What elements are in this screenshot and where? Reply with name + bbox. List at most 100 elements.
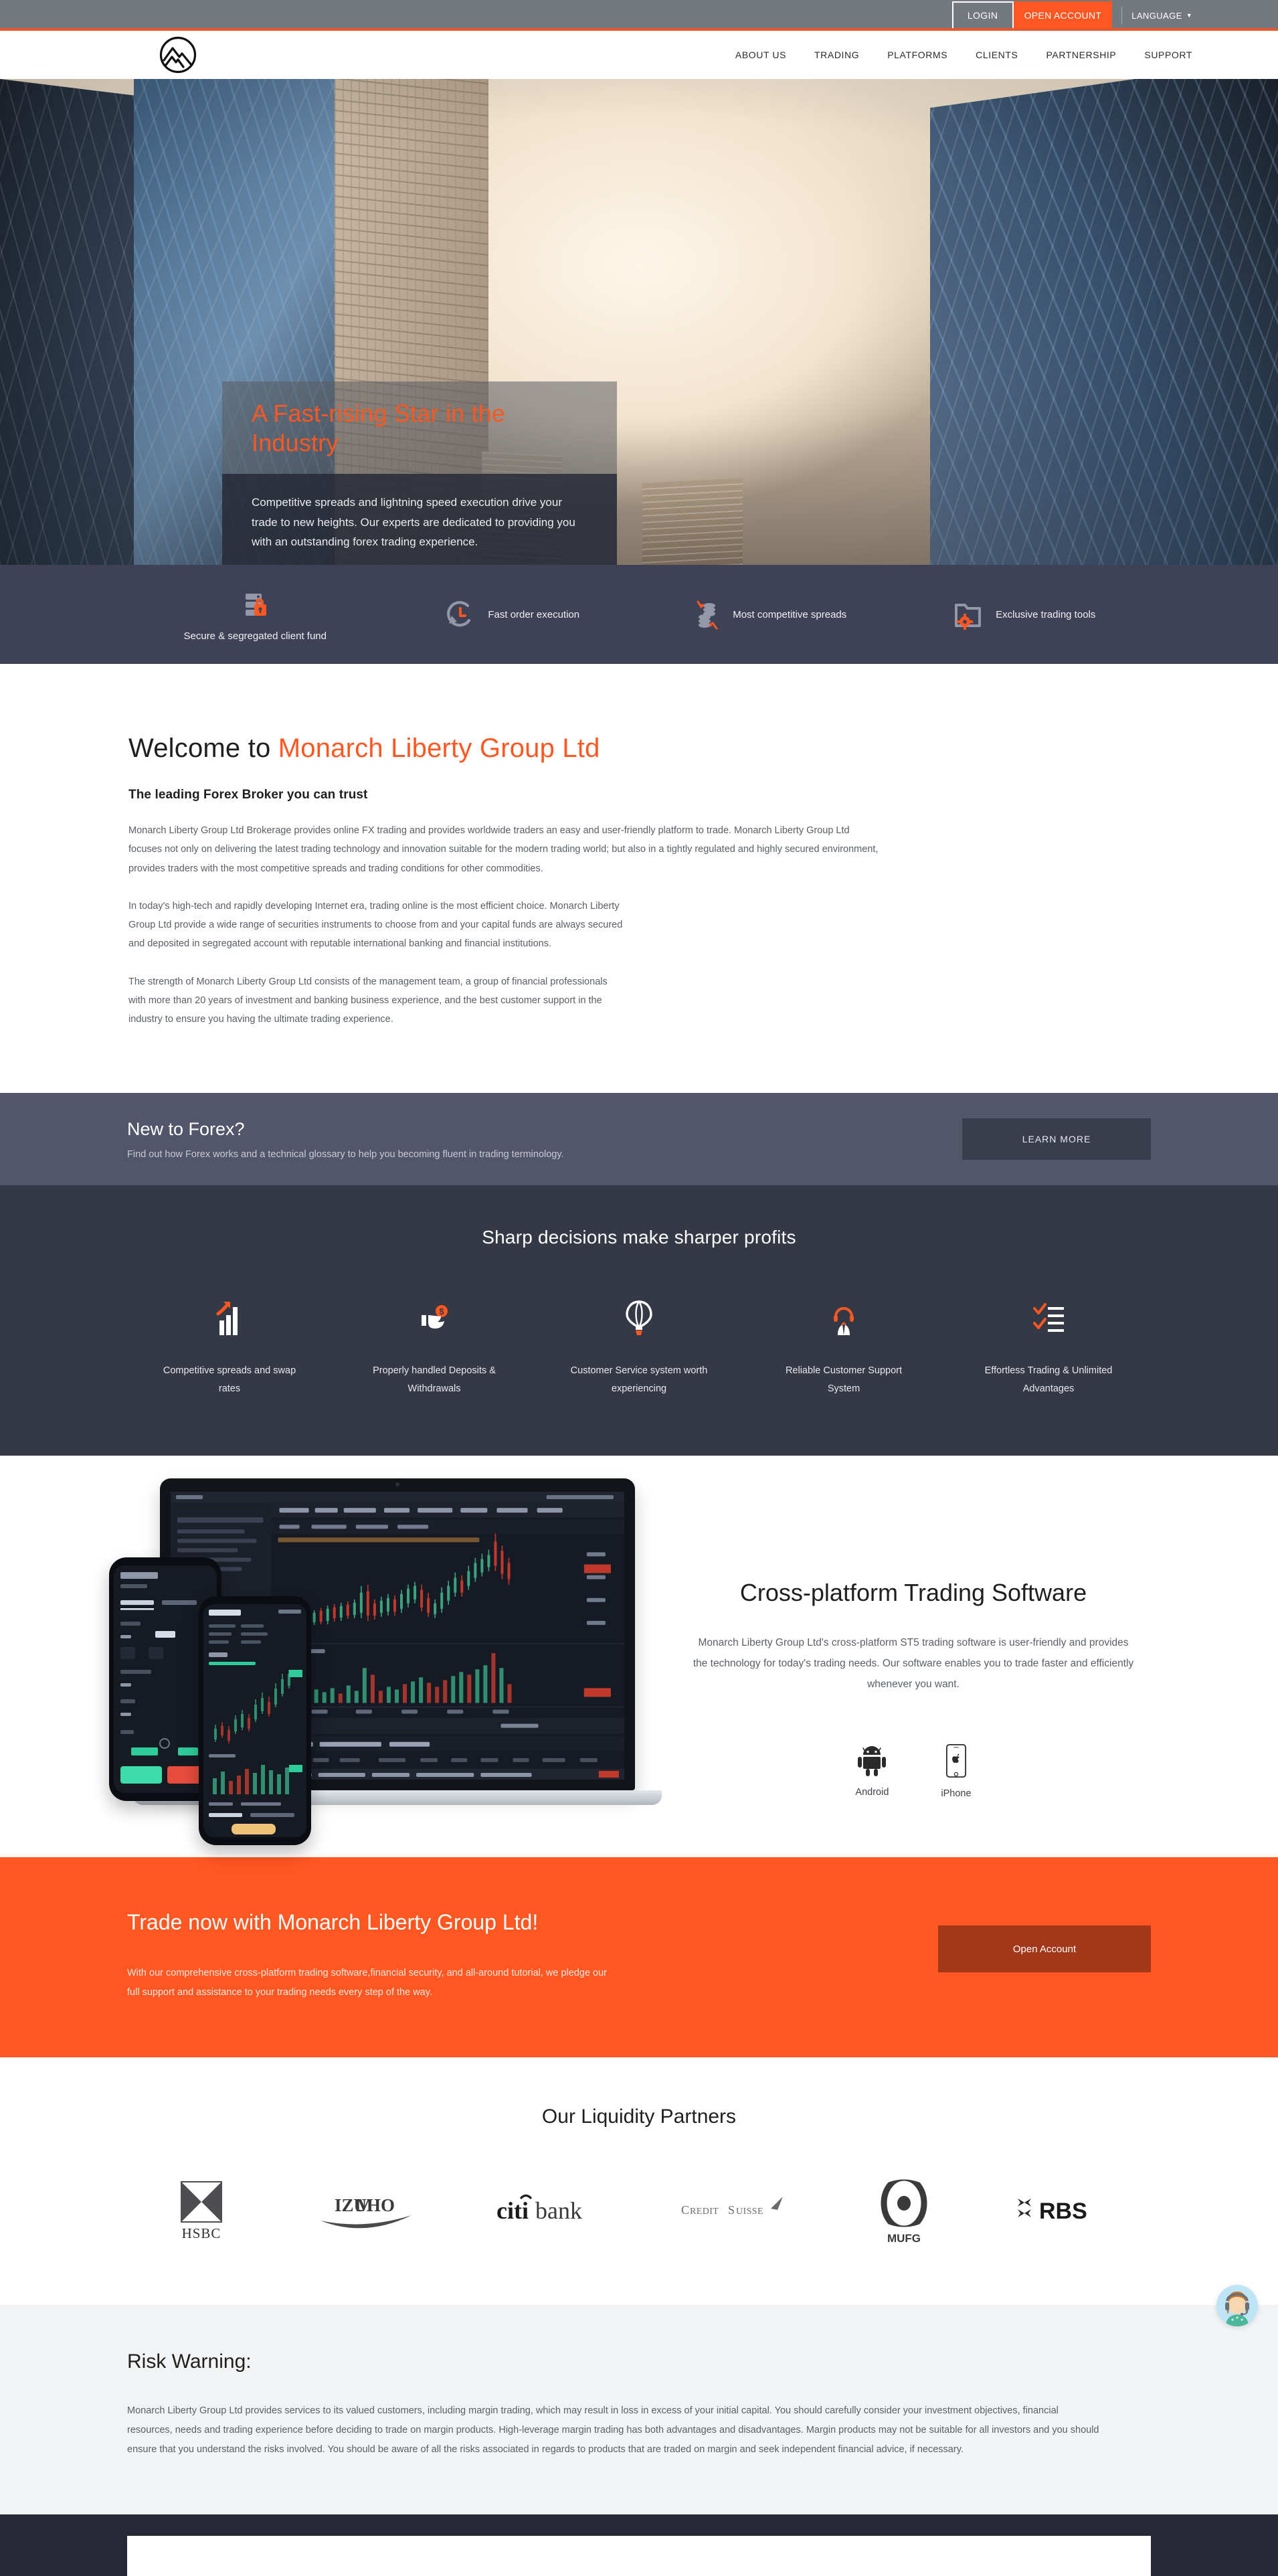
partners-heading: Our Liquidity Partners xyxy=(541,2106,737,2128)
platform-label: iPhone xyxy=(941,1788,972,1800)
phone-chart-screen-graphic xyxy=(203,1604,306,1838)
sharp-item-label: Competitive spreads and swap rates xyxy=(163,1365,296,1395)
chevron-down-icon: ▼ xyxy=(1186,11,1192,19)
footer-panel xyxy=(127,2536,1151,2576)
phone-screen-front xyxy=(203,1604,306,1838)
svg-text:REDIT: REDIT xyxy=(690,2207,719,2217)
hero-body-box: Competitive spreads and lightning speed … xyxy=(222,473,617,565)
sharp-item-label: Customer Service system worth experienci… xyxy=(570,1365,708,1395)
feature-fast-execution: Fast order execution xyxy=(383,596,640,632)
forex-band-heading: New to Forex? xyxy=(127,1118,245,1139)
svg-text:RBS: RBS xyxy=(1039,2199,1087,2224)
hero-card: A Fast-rising Star in the Industry Compe… xyxy=(222,381,617,565)
liquidity-partners-section: Our Liquidity Partners HSBC M IZUHO citi… xyxy=(0,2057,1278,2306)
partner-hsbc: HSBC xyxy=(164,2176,239,2243)
android-icon xyxy=(858,1746,887,1777)
hero-background-photo xyxy=(0,79,1278,565)
nav-item-about-us[interactable]: ABOUT US xyxy=(735,50,786,60)
sharp-item-support: Reliable Customer Support System xyxy=(741,1298,946,1398)
nav-item-trading[interactable]: TRADING xyxy=(814,50,859,60)
cta-heading: Trade now with Monarch Liberty Group Ltd… xyxy=(127,1910,539,1935)
partner-mufg: MUFG xyxy=(866,2175,941,2245)
cross-platform-section: Cross-platform Trading Software Monarch … xyxy=(0,1456,1278,1858)
sharp-item-label: Properly handled Deposits & Withdrawals xyxy=(373,1365,496,1395)
platform-android[interactable]: Android xyxy=(855,1744,889,1799)
welcome-heading: Welcome to Monarch Liberty Group Ltd xyxy=(128,734,1151,764)
svg-text:IZUHO: IZUHO xyxy=(335,2195,395,2215)
language-selector[interactable]: LANGUAGE ▼ xyxy=(1131,11,1192,21)
support-agent-avatar-icon xyxy=(1216,2285,1258,2326)
hero-title: A Fast-rising Star in the Industry xyxy=(252,400,506,456)
mizuho-logo-icon: M IZUHO xyxy=(321,2195,412,2229)
folder-gear-icon xyxy=(955,604,982,630)
hero-body-text: Competitive spreads and lightning speed … xyxy=(252,495,575,549)
platform-label: Android xyxy=(855,1787,889,1798)
hero-vignette xyxy=(0,79,1278,565)
bar-chart-arrow-icon xyxy=(216,1302,238,1336)
new-to-forex-band: New to Forex? Find out how Forex works a… xyxy=(0,1093,1278,1186)
welcome-section: Welcome to Monarch Liberty Group Ltd The… xyxy=(0,664,1278,1094)
open-account-button-top[interactable]: OPEN ACCOUNT xyxy=(1013,1,1113,29)
feature-secure-fund: Secure & segregated client fund xyxy=(127,588,383,642)
welcome-heading-accent: Monarch Liberty Group Ltd xyxy=(278,734,600,763)
open-account-button-cta[interactable]: Open Account xyxy=(938,1925,1151,1973)
live-chat-button[interactable] xyxy=(1216,2285,1258,2326)
risk-warning-paragraph: Monarch Liberty Group Ltd provides servi… xyxy=(127,2405,1099,2456)
welcome-paragraph-3: The strength of Monarch Liberty Group Lt… xyxy=(128,976,608,1025)
feature-label: Secure & segregated client fund xyxy=(183,630,327,642)
feature-label: Most competitive spreads xyxy=(733,608,847,620)
svg-text:$: $ xyxy=(439,1306,444,1316)
welcome-paragraph-1: Monarch Liberty Group Ltd Brokerage prov… xyxy=(128,825,879,874)
welcome-paragraph-2: In today's high-tech and rapidly develop… xyxy=(128,900,623,950)
language-label: LANGUAGE xyxy=(1131,10,1182,21)
hot-air-balloon-icon xyxy=(626,1300,652,1336)
hsbc-logo-icon: HSBC xyxy=(181,2181,222,2241)
feature-label: Exclusive trading tools xyxy=(996,608,1096,620)
svg-text:citi: citi xyxy=(496,2197,529,2224)
cta-section: Trade now with Monarch Liberty Group Ltd… xyxy=(0,1857,1278,2058)
forex-band-subheading: Find out how Forex works and a technical… xyxy=(127,1148,564,1160)
citibank-logo-icon: citi bank xyxy=(496,2195,582,2224)
platform-iphone[interactable]: iPhone xyxy=(941,1744,972,1800)
cta-paragraph: With our comprehensive cross-platform tr… xyxy=(127,1968,608,1998)
credit-suisse-logo-icon: C REDIT S UISSE xyxy=(681,2197,784,2217)
top-utility-bar: LOGIN OPEN ACCOUNT LANGUAGE ▼ xyxy=(0,0,1278,31)
sharp-item-label: Reliable Customer Support System xyxy=(785,1365,903,1395)
site-footer xyxy=(0,2514,1278,2576)
cross-platform-heading: Cross-platform Trading Software xyxy=(739,1579,1087,1607)
sharp-decisions-section: Sharp decisions make sharper profits Com… xyxy=(0,1185,1278,1456)
primary-nav: ABOUT US TRADING PLATFORMS CLIENTS PARTN… xyxy=(735,50,1192,60)
nav-item-clients[interactable]: CLIENTS xyxy=(976,50,1018,60)
login-button[interactable]: LOGIN xyxy=(951,1,1014,29)
sharp-heading: Sharp decisions make sharper profits xyxy=(482,1227,796,1248)
welcome-heading-prefix: Welcome to xyxy=(128,734,278,763)
hand-coin-icon: $ xyxy=(422,1305,448,1329)
feature-exclusive-tools: Exclusive trading tools xyxy=(895,596,1152,632)
partner-mizuho: M IZUHO xyxy=(311,2176,418,2243)
site-logo[interactable] xyxy=(159,36,197,74)
divider xyxy=(1121,7,1123,24)
feature-label: Fast order execution xyxy=(488,608,580,620)
svg-text:bank: bank xyxy=(535,2197,582,2224)
checklist-icon xyxy=(1033,1303,1064,1333)
feature-strip: Secure & segregated client fund Fast ord… xyxy=(0,565,1278,664)
sharp-item-spreads: Competitive spreads and swap rates xyxy=(127,1298,332,1398)
hero-section: A Fast-rising Star in the Industry Compe… xyxy=(0,79,1278,565)
nav-item-platforms[interactable]: PLATFORMS xyxy=(887,50,947,60)
svg-text:MUFG: MUFG xyxy=(887,2232,921,2245)
learn-more-button[interactable]: LEARN MORE xyxy=(962,1118,1151,1161)
sharp-item-label: Effortless Trading & Unlimited Advantage… xyxy=(984,1365,1113,1395)
cta-text: Trade now with Monarch Liberty Group Ltd… xyxy=(127,1908,609,2002)
coins-arrows-icon xyxy=(697,600,718,630)
nav-item-support[interactable]: SUPPORT xyxy=(1144,50,1192,60)
main-navbar: ABOUT US TRADING PLATFORMS CLIENTS PARTN… xyxy=(0,31,1278,79)
hero-title-box: A Fast-rising Star in the Industry xyxy=(222,381,617,474)
svg-text:S: S xyxy=(728,2203,735,2217)
sharp-item-effortless-trading: Effortless Trading & Unlimited Advantage… xyxy=(946,1298,1151,1398)
mufg-logo-icon: MUFG xyxy=(881,2175,927,2245)
laptop-camera xyxy=(395,1482,399,1487)
welcome-subheading: The leading Forex Broker you can trust xyxy=(128,788,368,802)
cross-platform-text: Cross-platform Trading Software Monarch … xyxy=(652,1472,1174,1799)
nav-item-partnership[interactable]: PARTNERSHIP xyxy=(1046,50,1116,60)
mountain-circle-logo-icon xyxy=(159,36,197,74)
